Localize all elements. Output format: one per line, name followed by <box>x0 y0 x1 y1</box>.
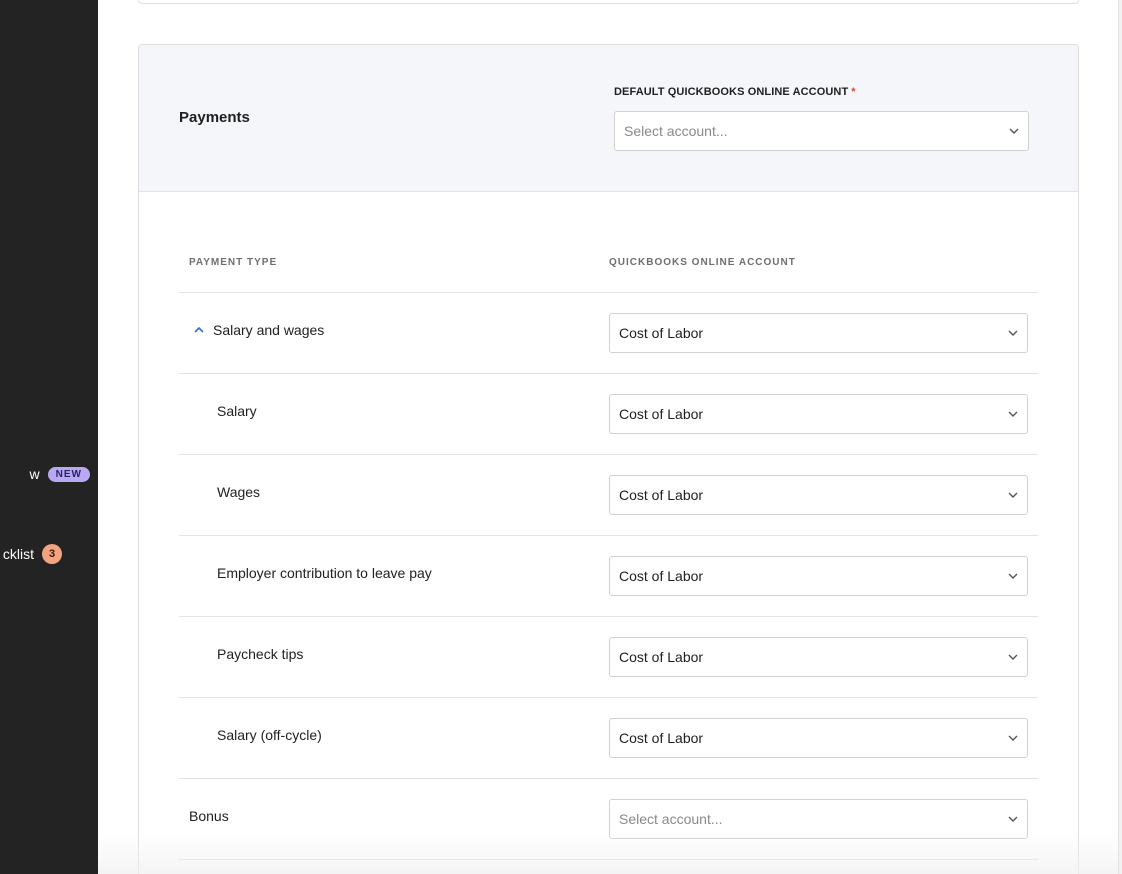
table-header: PAYMENT TYPE QUICKBOOKS ONLINE ACCOUNT <box>179 237 1038 293</box>
payment-type-text: Salary (off-cycle) <box>217 727 322 743</box>
column-header-payment-type: PAYMENT TYPE <box>189 257 278 268</box>
account-select-value: Cost of Labor <box>619 406 704 422</box>
payment-type-text: Wages <box>217 484 261 500</box>
default-account-label: DEFAULT QUICKBOOKS ONLINE ACCOUNT * <box>614 86 856 98</box>
payment-type-text: Paycheck tips <box>217 646 304 662</box>
chevron-down-icon <box>1008 735 1018 741</box>
payment-type-text: Salary and wages <box>213 322 325 338</box>
account-select[interactable]: Cost of Labor <box>609 637 1028 677</box>
table-body: Salary and wages Cost of Labor Salary Cost … <box>179 293 1038 860</box>
account-select[interactable]: Cost of Labor <box>609 556 1028 596</box>
payment-type-label: Salary <box>217 403 257 419</box>
account-select[interactable]: Cost of Labor <box>609 475 1028 515</box>
table-row: Salary Cost of Labor <box>179 374 1038 455</box>
payments-card-header: Payments DEFAULT QUICKBOOKS ONLINE ACCOU… <box>139 45 1078 192</box>
default-account-placeholder: Select account... <box>624 123 728 139</box>
default-account-select[interactable]: Select account... <box>614 111 1029 151</box>
scrollbar[interactable] <box>1118 0 1122 874</box>
chevron-down-icon <box>1008 573 1018 579</box>
payment-mapping-table: PAYMENT TYPE QUICKBOOKS ONLINE ACCOUNT S… <box>179 237 1038 860</box>
payments-title: Payments <box>179 109 250 126</box>
previous-card <box>138 0 1079 4</box>
account-select-value: Cost of Labor <box>619 649 704 665</box>
table-row: Wages Cost of Labor <box>179 455 1038 536</box>
chevron-down-icon <box>1009 128 1019 134</box>
payment-type-label: Bonus <box>189 808 229 824</box>
main-content: Payments DEFAULT QUICKBOOKS ONLINE ACCOU… <box>98 0 1118 874</box>
account-select-value: Cost of Labor <box>619 730 704 746</box>
table-row: Paycheck tips Cost of Labor <box>179 617 1038 698</box>
table-row: Bonus Select account... <box>179 779 1038 860</box>
payment-type-text: Salary <box>217 403 257 419</box>
chevron-down-icon <box>1008 816 1018 822</box>
payment-type-label: Employer contribution to leave pay <box>217 565 432 581</box>
table-row: Employer contribution to leave pay Cost o… <box>179 536 1038 617</box>
default-account-label-text: DEFAULT QUICKBOOKS ONLINE ACCOUNT <box>614 86 849 98</box>
payment-type-text: Bonus <box>189 808 229 824</box>
account-select[interactable]: Cost of Labor <box>609 718 1028 758</box>
account-select[interactable]: Cost of Labor <box>609 313 1028 353</box>
account-select-value: Cost of Labor <box>619 568 704 584</box>
new-badge: NEW <box>47 466 90 482</box>
payment-type-label: Paycheck tips <box>217 646 303 662</box>
required-marker: * <box>851 86 856 98</box>
sidebar-item-label: cklist <box>2 546 34 562</box>
count-badge: 3 <box>42 544 62 564</box>
chevron-down-icon <box>1008 492 1018 498</box>
chevron-down-icon <box>1008 411 1018 417</box>
column-header-account: QUICKBOOKS ONLINE ACCOUNT <box>609 257 796 268</box>
account-select-value: Cost of Labor <box>619 325 704 341</box>
payments-card: Payments DEFAULT QUICKBOOKS ONLINE ACCOU… <box>138 44 1079 874</box>
account-select-value: Select account... <box>619 811 723 827</box>
table-row: Salary (off-cycle) Cost of Labor <box>179 698 1038 779</box>
chevron-up-icon[interactable] <box>193 324 205 336</box>
payment-type-label: Salary (off-cycle) <box>217 727 322 743</box>
chevron-down-icon <box>1008 330 1018 336</box>
sidebar-item-label: w <box>29 466 40 482</box>
payment-type-label[interactable]: Salary and wages <box>193 322 324 338</box>
payment-type-label: Wages <box>217 484 260 500</box>
sidebar-item-checklist[interactable]: cklist 3 <box>3 544 62 564</box>
sidebar-item-new[interactable]: w NEW <box>30 466 90 482</box>
chevron-down-icon <box>1008 654 1018 660</box>
table-row: Salary and wages Cost of Labor <box>179 293 1038 374</box>
sidebar: w NEW cklist 3 <box>0 0 98 874</box>
account-select-value: Cost of Labor <box>619 487 704 503</box>
account-select[interactable]: Select account... <box>609 799 1028 839</box>
payment-type-text: Employer contribution to leave pay <box>217 565 432 581</box>
account-select[interactable]: Cost of Labor <box>609 394 1028 434</box>
